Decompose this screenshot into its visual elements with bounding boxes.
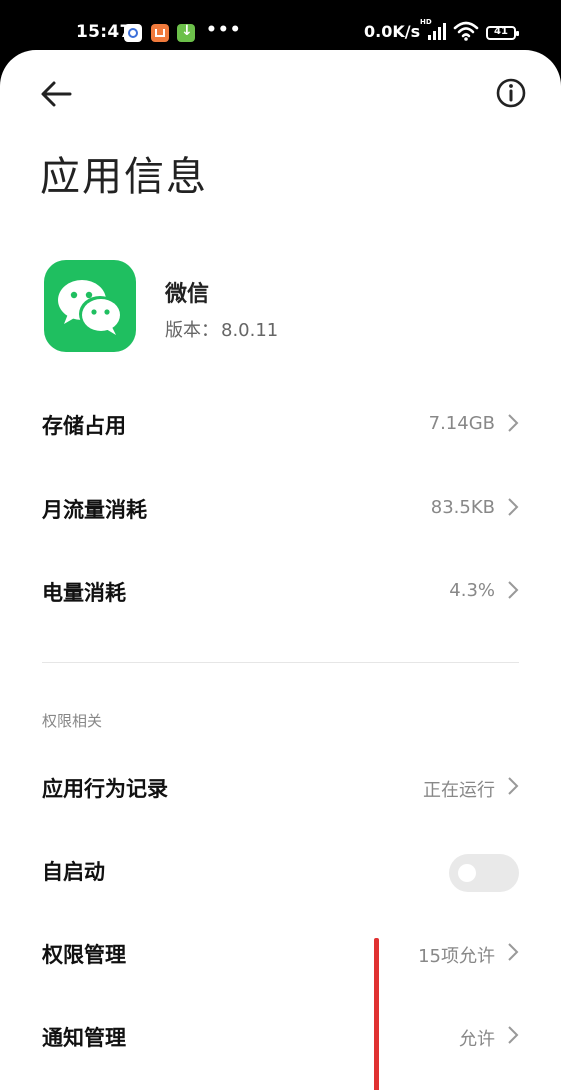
permissions-section-title: 权限相关 bbox=[42, 712, 103, 730]
network-speed: 0.0K/s bbox=[364, 22, 421, 41]
back-arrow-icon[interactable] bbox=[36, 74, 76, 114]
more-notifications-icon: ••• bbox=[206, 20, 242, 40]
row-value: 正在运行 bbox=[423, 780, 495, 801]
row-value: 4.3% bbox=[449, 580, 495, 601]
app-name: 微信 bbox=[165, 282, 210, 307]
shop-icon bbox=[151, 24, 169, 42]
battery-usage-row[interactable]: 电量消耗 4.3% bbox=[0, 559, 561, 623]
battery-level: 41 bbox=[494, 26, 508, 37]
chevron-right-icon bbox=[508, 777, 519, 795]
baidu-icon bbox=[124, 24, 142, 42]
notification-management-row[interactable]: 通知管理 允许 bbox=[0, 1004, 561, 1068]
status-bar: 15:47 ••• 0.0K/s HD 41 bbox=[0, 0, 561, 56]
data-usage-row[interactable]: 月流量消耗 83.5KB bbox=[0, 476, 561, 540]
chevron-right-icon bbox=[508, 581, 519, 599]
row-label: 自启动 bbox=[42, 860, 105, 884]
wifi-icon bbox=[453, 21, 479, 41]
version-number: 8.0.11 bbox=[221, 320, 279, 341]
toggle-knob bbox=[458, 864, 476, 882]
chevron-right-icon bbox=[508, 414, 519, 432]
row-label: 权限管理 bbox=[42, 943, 126, 967]
row-value: 7.14GB bbox=[428, 413, 495, 434]
chevron-right-icon bbox=[508, 1026, 519, 1044]
row-label: 应用行为记录 bbox=[42, 777, 168, 801]
divider bbox=[42, 662, 519, 663]
app-version: 版本： 8.0.11 bbox=[165, 316, 278, 342]
row-label: 月流量消耗 bbox=[42, 498, 147, 522]
chevron-right-icon bbox=[508, 943, 519, 961]
row-label: 存储占用 bbox=[42, 414, 126, 438]
info-icon[interactable] bbox=[494, 76, 528, 110]
storage-row[interactable]: 存储占用 7.14GB bbox=[0, 392, 561, 456]
chevron-right-icon bbox=[508, 498, 519, 516]
row-value: 允许 bbox=[459, 1029, 495, 1050]
download-icon bbox=[177, 23, 195, 42]
autostart-toggle[interactable] bbox=[449, 854, 519, 892]
permission-management-row[interactable]: 权限管理 15项允许 bbox=[0, 921, 561, 985]
row-label: 电量消耗 bbox=[42, 581, 126, 605]
autostart-row: 自启动 bbox=[0, 838, 561, 902]
battery-icon: 41 bbox=[486, 26, 519, 40]
row-label: 通知管理 bbox=[42, 1026, 126, 1050]
signal-icon bbox=[428, 22, 448, 40]
version-label: 版本： bbox=[165, 320, 219, 341]
app-info-panel: 应用信息 微信 版本： 8.0.11 存储占用 7.14GB 月流量消耗 83.5… bbox=[0, 50, 561, 1090]
app-behavior-row[interactable]: 应用行为记录 正在运行 bbox=[0, 755, 561, 819]
red-annotation-mark bbox=[374, 938, 379, 1090]
row-value: 15项允许 bbox=[418, 946, 495, 967]
row-value: 83.5KB bbox=[430, 497, 495, 518]
wechat-icon bbox=[44, 260, 136, 352]
page-title: 应用信息 bbox=[40, 154, 208, 200]
